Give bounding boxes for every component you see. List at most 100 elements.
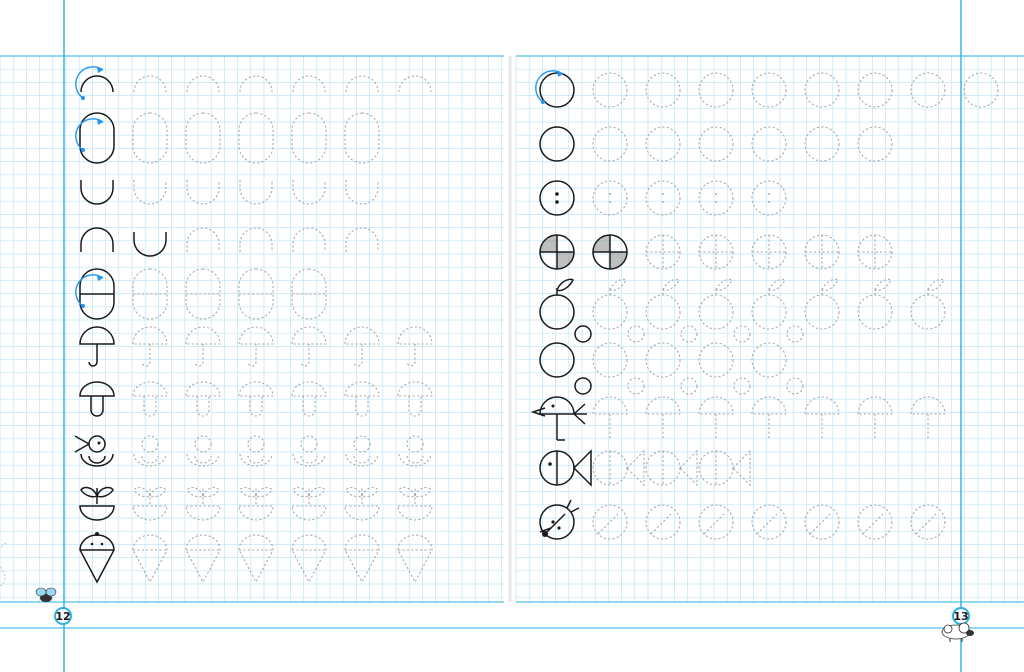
- bubbles-trace-outline[interactable]: [592, 325, 645, 395]
- circle-halves-trace-outline[interactable]: [132, 268, 168, 320]
- ball-quarters-trace-outline[interactable]: [751, 234, 787, 270]
- apple-trace-outline[interactable]: [645, 278, 681, 330]
- button-trace-outline[interactable]: [751, 180, 787, 216]
- circle-trace-outline[interactable]: [963, 72, 999, 108]
- exercise-row-bird: [530, 396, 946, 441]
- arch-trace-outline[interactable]: [292, 227, 326, 252]
- ladybug-trace-outline[interactable]: [645, 504, 681, 540]
- circle-halves-trace-outline[interactable]: [238, 268, 274, 320]
- circle-trace-outline[interactable]: [751, 126, 787, 162]
- flower-pot-trace-outline[interactable]: [344, 486, 380, 521]
- oval-outline-trace-outline[interactable]: [291, 112, 327, 164]
- circle-trace-outline[interactable]: [857, 126, 893, 162]
- arc-top-trace-outline[interactable]: [345, 75, 379, 93]
- ladybug-trace-outline[interactable]: [910, 504, 946, 540]
- bubbles-trace-outline[interactable]: [698, 325, 751, 395]
- oval-outline-trace-outline[interactable]: [185, 112, 221, 164]
- cup-trace-outline[interactable]: [345, 180, 379, 205]
- chick-trace-outline[interactable]: [239, 435, 273, 467]
- circle-trace-outline[interactable]: [751, 72, 787, 108]
- chick-trace-outline[interactable]: [133, 435, 167, 467]
- arc-top-trace-outline[interactable]: [292, 75, 326, 93]
- flower-pot-trace-outline[interactable]: [185, 486, 221, 521]
- circle-trace-outline[interactable]: [804, 72, 840, 108]
- page-number-right: 13: [952, 607, 970, 625]
- bird-trace-outline[interactable]: [804, 396, 840, 440]
- arch-trace-outline[interactable]: [345, 227, 379, 252]
- chick-trace-outline[interactable]: [186, 435, 220, 467]
- ball-quarters-trace-outline[interactable]: [857, 234, 893, 270]
- flower-pot-trace-outline[interactable]: [397, 486, 433, 521]
- button-trace-outline[interactable]: [698, 180, 734, 216]
- exercise-row-circle-halves: [75, 268, 327, 320]
- start-dot: [81, 148, 85, 152]
- chick-trace-outline[interactable]: [345, 435, 379, 467]
- exercise-row-button: [539, 180, 787, 216]
- arch-trace-outline[interactable]: [186, 227, 220, 252]
- chick-trace-outline[interactable]: [292, 435, 326, 467]
- bird-trace-outline[interactable]: [698, 396, 734, 440]
- ladybug-trace-outline[interactable]: [804, 504, 840, 540]
- apple-trace-outline[interactable]: [751, 278, 787, 330]
- ladybug-trace-outline[interactable]: [857, 504, 893, 540]
- cup-trace-outline[interactable]: [239, 180, 273, 205]
- circle-halves-trace-outline[interactable]: [185, 268, 221, 320]
- flower-pot-trace-outline[interactable]: [238, 486, 274, 521]
- sheep-icon: [941, 622, 974, 642]
- fish-trace-outline[interactable]: [592, 449, 645, 487]
- ice-cream-trace-outline[interactable]: [291, 534, 327, 584]
- circle-trace-outline[interactable]: [645, 126, 681, 162]
- flower-pot-trace-outline[interactable]: [291, 486, 327, 521]
- arch-trace-outline[interactable]: [239, 227, 273, 252]
- ice-cream-trace-outline[interactable]: [238, 534, 274, 584]
- fish-trace-outline[interactable]: [645, 449, 698, 487]
- arc-top-trace-outline[interactable]: [398, 75, 432, 93]
- ball-quarters-trace-outline[interactable]: [698, 234, 734, 270]
- arc-top-trace-outline[interactable]: [186, 75, 220, 93]
- bubbles-trace-outline[interactable]: [645, 325, 698, 395]
- ice-cream-trace-outline[interactable]: [132, 534, 168, 584]
- circle-trace-outline[interactable]: [804, 126, 840, 162]
- start-dot: [81, 304, 85, 308]
- circle-trace-outline[interactable]: [698, 72, 734, 108]
- cup-trace-outline[interactable]: [133, 180, 167, 205]
- circle-halves-trace-outline[interactable]: [291, 268, 327, 320]
- ladybug-model-icon: [539, 499, 580, 540]
- ice-cream-trace-outline[interactable]: [397, 534, 433, 584]
- button-trace-outline[interactable]: [645, 180, 681, 216]
- oval-outline-trace-outline[interactable]: [132, 112, 168, 164]
- circle-trace-outline[interactable]: [857, 72, 893, 108]
- bird-trace-outline[interactable]: [645, 396, 681, 440]
- circle-trace-outline[interactable]: [645, 72, 681, 108]
- ladybug-trace-outline[interactable]: [698, 504, 734, 540]
- chick-trace-outline[interactable]: [398, 435, 432, 467]
- apple-trace-outline[interactable]: [804, 278, 840, 330]
- oval-outline-trace-outline[interactable]: [344, 112, 380, 164]
- ice-cream-trace-outline[interactable]: [185, 534, 221, 584]
- arc-top-trace-outline[interactable]: [133, 75, 167, 93]
- bubbles-trace-outline[interactable]: [751, 325, 804, 395]
- cup-model-icon: [80, 180, 114, 205]
- bubbles-model-icon: [539, 325, 592, 395]
- page-number-left: 12: [54, 607, 72, 625]
- cup-trace-outline[interactable]: [292, 180, 326, 205]
- bird-trace-outline[interactable]: [751, 396, 787, 440]
- arc-top-trace-outline[interactable]: [239, 75, 273, 93]
- cup-trace-outline[interactable]: [186, 180, 220, 205]
- apple-trace-outline[interactable]: [857, 278, 893, 330]
- ball-quarters-trace-outline[interactable]: [804, 234, 840, 270]
- circle-trace-outline[interactable]: [698, 126, 734, 162]
- exercise-row-bubbles: [539, 325, 804, 395]
- bird-trace-outline[interactable]: [857, 396, 893, 440]
- start-dot: [541, 100, 545, 104]
- flower-pot-trace-outline[interactable]: [132, 486, 168, 521]
- circle-trace-outline[interactable]: [910, 72, 946, 108]
- apple-trace-outline[interactable]: [910, 278, 946, 330]
- ice-cream-trace-outline[interactable]: [344, 534, 380, 584]
- oval-outline-trace-outline[interactable]: [238, 112, 274, 164]
- bird-trace-outline[interactable]: [910, 396, 946, 440]
- ball-quarters-trace-outline[interactable]: [645, 234, 681, 270]
- fish-trace-outline[interactable]: [698, 449, 751, 487]
- apple-trace-outline[interactable]: [698, 278, 734, 330]
- ladybug-trace-outline[interactable]: [751, 504, 787, 540]
